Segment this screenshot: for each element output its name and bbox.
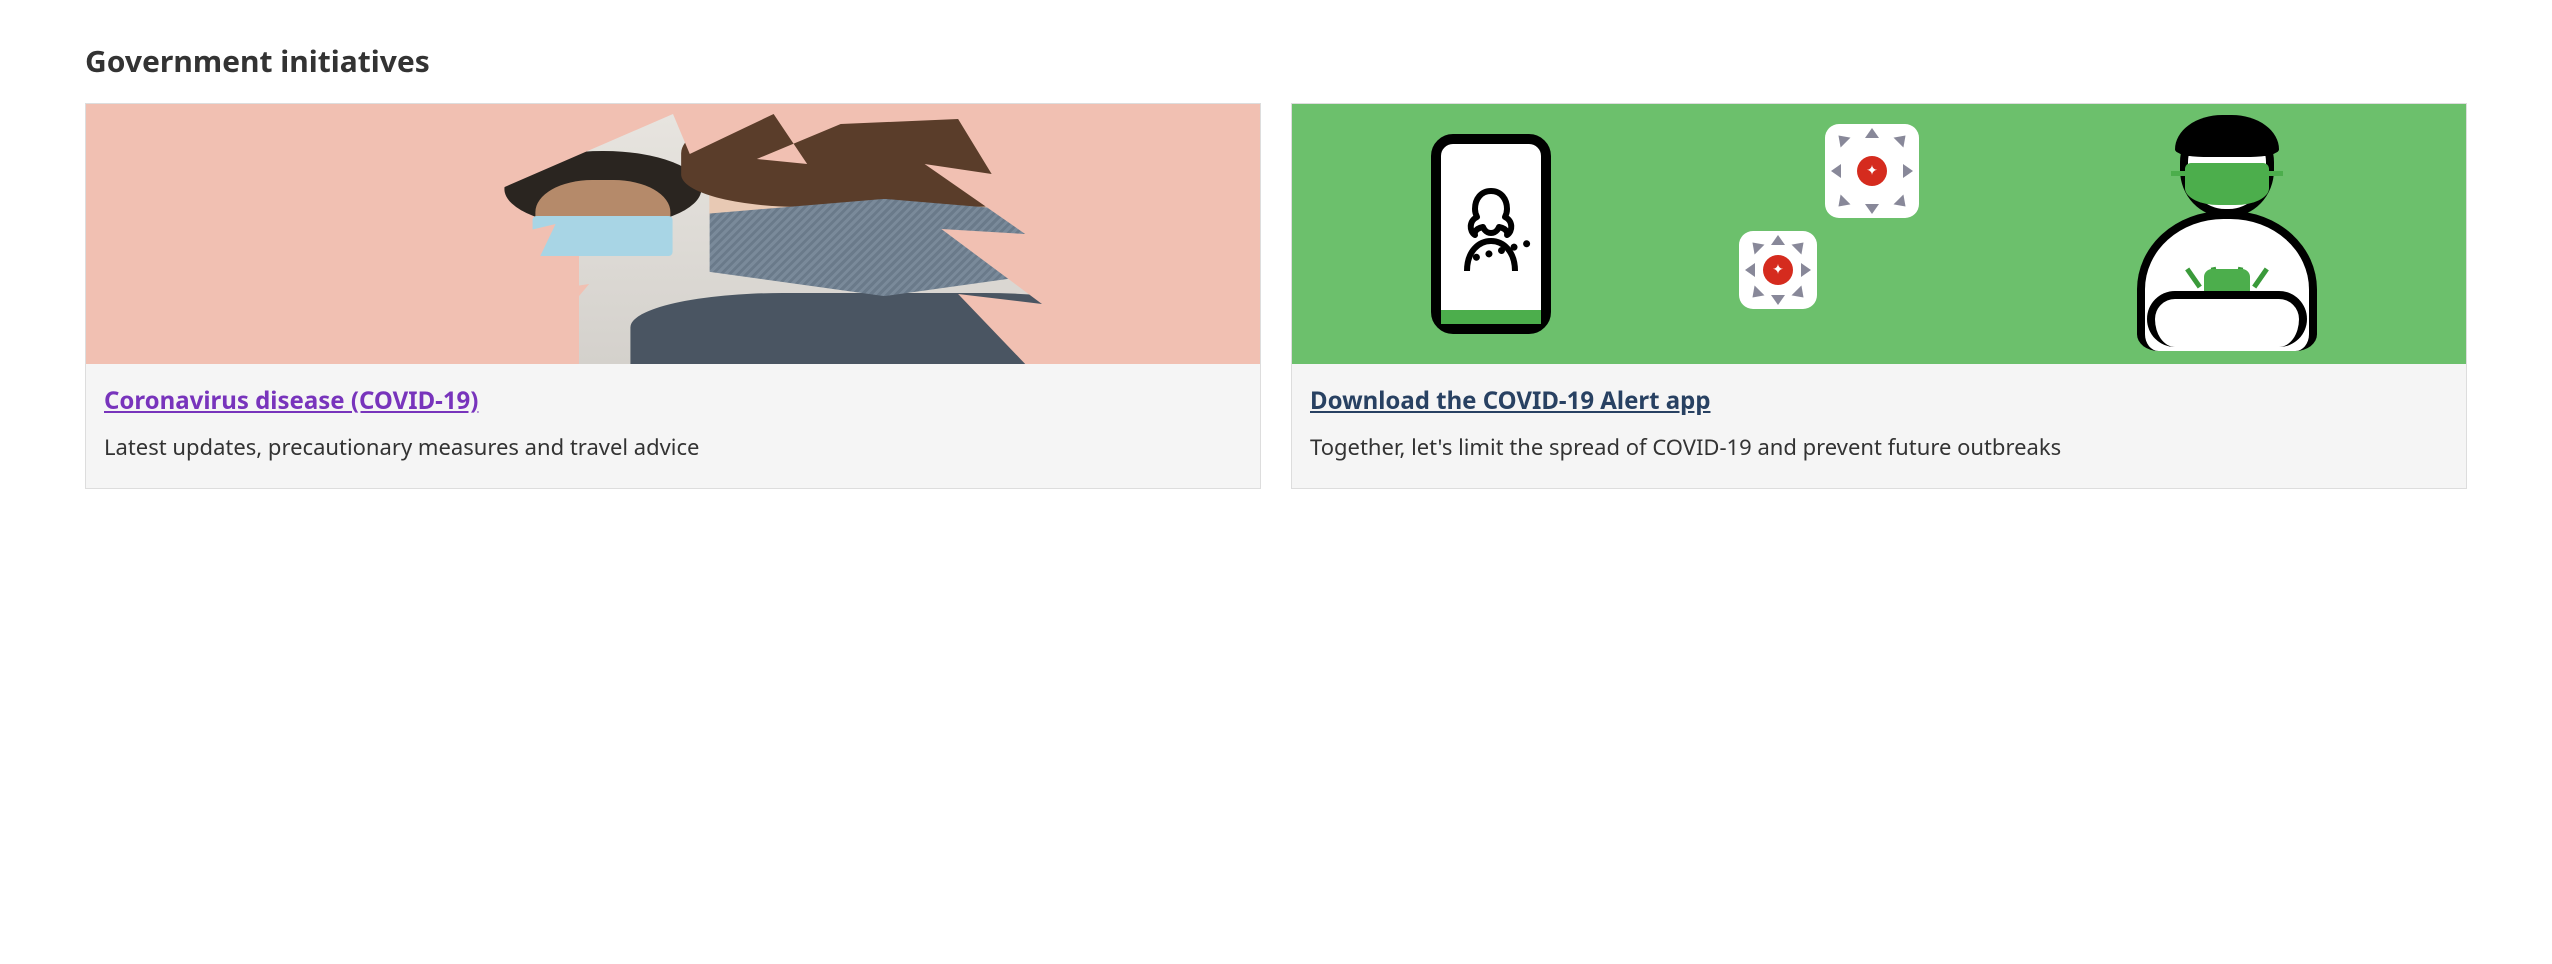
- card-body: Download the COVID-19 Alert app Together…: [1292, 364, 2466, 488]
- phone-icon: [1431, 134, 1551, 334]
- government-initiatives-section: Government initiatives: [85, 40, 2467, 489]
- card-link-alert-app[interactable]: Download the COVID-19 Alert app: [1310, 384, 1711, 417]
- section-title: Government initiatives: [85, 40, 2467, 81]
- card-image-covid19: [86, 104, 1260, 364]
- initiative-card-alert-app: ✦ ✦: [1291, 103, 2467, 489]
- initiative-card-covid19: Coronavirus disease (COVID-19) Latest up…: [85, 103, 1261, 489]
- card-description: Together, let's limit the spread of COVI…: [1310, 431, 2448, 464]
- virus-notification-icon: ✦: [1739, 231, 1817, 309]
- maple-leaf-icon: ✦: [1866, 164, 1878, 178]
- maple-leaf-icon: ✦: [1772, 263, 1784, 277]
- virus-icons-group: ✦ ✦: [1769, 124, 1909, 344]
- masked-person-icon: [603, 104, 1167, 364]
- masked-person-phone-icon: [2127, 119, 2327, 349]
- virus-notification-icon: ✦: [1825, 124, 1919, 218]
- card-link-covid19[interactable]: Coronavirus disease (COVID-19): [104, 384, 478, 417]
- card-body: Coronavirus disease (COVID-19) Latest up…: [86, 364, 1260, 488]
- cards-row: Coronavirus disease (COVID-19) Latest up…: [85, 103, 2467, 489]
- card-description: Latest updates, precautionary measures a…: [104, 431, 1242, 464]
- card-image-alert-app: ✦ ✦: [1292, 104, 2466, 364]
- person-silhouette-icon: [1455, 183, 1527, 271]
